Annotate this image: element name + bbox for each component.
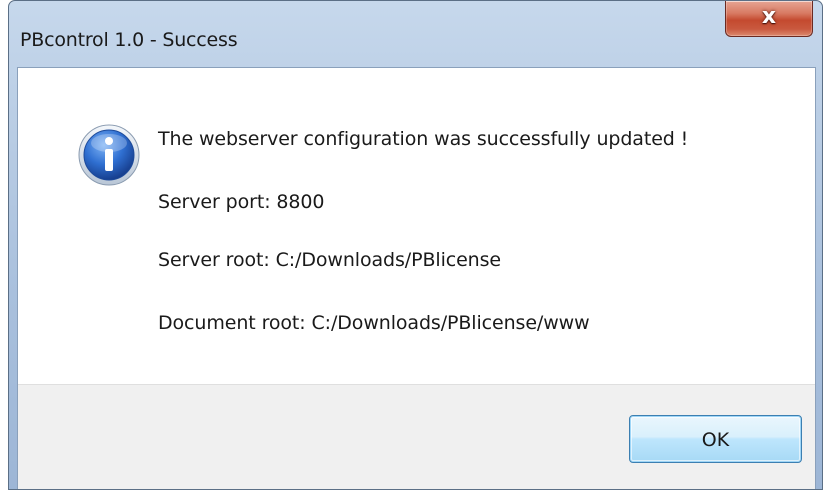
message-area: The webserver configuration was successf… <box>18 68 815 384</box>
info-icon <box>78 124 140 186</box>
message-line-server-root: Server root: C:/Downloads/PBlicense <box>158 249 502 271</box>
message-line-server-port: Server port: 8800 <box>158 191 325 213</box>
title-bar[interactable]: PBcontrol 1.0 - Success x <box>9 1 822 67</box>
message-line-document-root: Document root: C:/Downloads/PBlicense/ww… <box>158 312 590 334</box>
button-bar: OK <box>18 384 815 489</box>
close-button[interactable]: x <box>725 1 813 37</box>
window-title: PBcontrol 1.0 - Success <box>20 29 238 51</box>
dialog-client-area: The webserver configuration was successf… <box>17 67 816 489</box>
close-icon: x <box>761 4 777 29</box>
dialog-window: PBcontrol 1.0 - Success x The webserver … <box>8 0 823 490</box>
message-line-success: The webserver configuration was successf… <box>158 128 689 150</box>
ok-button[interactable]: OK <box>629 415 802 463</box>
